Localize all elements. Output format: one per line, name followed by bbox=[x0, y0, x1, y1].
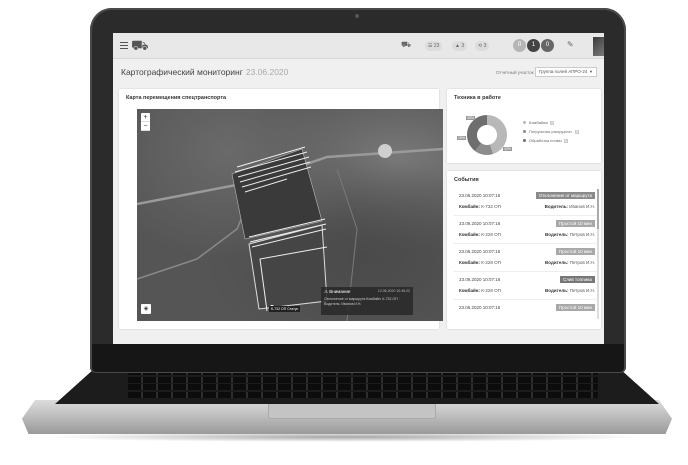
top-bar: ⛟ ⛟ ☰ 23 ▲ 3 ⟲ 3 0 1 0 ✎ bbox=[113, 33, 604, 59]
layers-icon[interactable]: ◈ bbox=[141, 304, 151, 314]
event-time: 23.06.2020 10:07:16 bbox=[459, 277, 501, 282]
list-button[interactable]: ☰ 23 bbox=[425, 41, 443, 51]
legend-label: Погрузочно-разгрузочн. bbox=[529, 129, 573, 134]
popup-text: Отклонение от маршрута Комбайн: К-732 ОП… bbox=[324, 297, 400, 306]
laptop-chin bbox=[92, 344, 624, 372]
camera bbox=[355, 14, 359, 18]
event-status-badge: Простой 10 мин bbox=[555, 220, 595, 227]
legend-label: Комбайны bbox=[529, 120, 549, 125]
fleet-card-title: Техника в работе bbox=[454, 95, 501, 101]
zoom-in-button[interactable]: + bbox=[141, 113, 150, 122]
event-status-badge: Слив топлива bbox=[560, 276, 595, 283]
counter-badge-3[interactable]: 0 bbox=[541, 39, 554, 52]
edit-icon[interactable]: ✎ bbox=[567, 40, 574, 49]
legend-count: 4 bbox=[563, 139, 568, 143]
area-select-value: Группа полей АПРО-24 bbox=[539, 69, 588, 74]
event-driver: Водитель: Петров И.Н. bbox=[545, 232, 595, 237]
page-title-text: Картографический мониторинг bbox=[121, 67, 243, 77]
event-row[interactable]: 23.06.2020 10:07:16 Простой 10 мин Комба… bbox=[453, 245, 599, 272]
quarry-area bbox=[378, 144, 392, 158]
zoom-out-button[interactable]: − bbox=[141, 122, 150, 131]
event-driver: Водитель: Петров И.Н. bbox=[545, 260, 595, 265]
donut-label: 15% bbox=[457, 136, 467, 140]
map-card-title: Карта перемещения спецтранспорта bbox=[126, 95, 227, 101]
counter-badge-1[interactable]: 0 bbox=[513, 39, 526, 52]
map-view[interactable]: + − ◈ ⚠ Внимание 12.06.2020 10:45:22 Отк… bbox=[137, 109, 443, 321]
legend-dot bbox=[523, 130, 526, 134]
event-vehicle: Комбайн: К-228 ОП bbox=[459, 288, 501, 293]
event-vehicle: Комбайн: К-732 ОП bbox=[459, 204, 501, 209]
event-time: 23.06.2020 10:07:16 bbox=[459, 221, 501, 226]
legend-item-combines[interactable]: Комбайны 4 bbox=[523, 120, 554, 125]
event-row[interactable]: 23.06.2020 10:07:16 Простой 10 мин Комба… bbox=[453, 217, 599, 244]
scroll-thumb[interactable] bbox=[597, 189, 599, 229]
events-scrollbar[interactable] bbox=[597, 189, 599, 319]
screen: ⛟ ⛟ ☰ 23 ▲ 3 ⟲ 3 0 1 0 ✎ Картографически… bbox=[113, 33, 604, 344]
vehicle-label: К-732 ОП Статус bbox=[269, 306, 301, 312]
logo-icon[interactable]: ⛟ bbox=[131, 37, 149, 56]
event-driver: Водитель: Петров И.Н. bbox=[545, 288, 595, 293]
map-alert-popup[interactable]: ⚠ Внимание 12.06.2020 10:45:22 Отклонени… bbox=[321, 287, 413, 315]
zoom-control: + − bbox=[141, 113, 150, 131]
event-time: 23.06.2020 10:07:16 bbox=[459, 249, 501, 254]
alerts-button[interactable]: ▲ 3 bbox=[452, 41, 468, 51]
event-status-badge: Отклонение от маршрута bbox=[535, 192, 595, 199]
keyboard bbox=[128, 369, 598, 399]
event-status-badge: Простой 10 мин bbox=[555, 248, 595, 255]
filter-label: Отчетный участок bbox=[496, 70, 534, 75]
event-vehicle: Комбайн: К-228 ОП bbox=[459, 260, 501, 265]
chevron-down-icon: ▼ bbox=[589, 69, 593, 74]
popup-time: 12.06.2020 10:45:22 bbox=[377, 289, 410, 293]
event-row[interactable]: 23.06.2020 10:07:16 Простой 10 мин bbox=[453, 301, 599, 328]
donut-label: 45% bbox=[466, 116, 476, 120]
legend-count: 5 bbox=[574, 130, 579, 134]
donut-label: 40% bbox=[503, 147, 513, 151]
page-title: Картографический мониторинг 23.06.2020 bbox=[121, 67, 288, 77]
legend-dot bbox=[523, 121, 526, 125]
events-card-title: События bbox=[454, 177, 479, 183]
menu-icon[interactable] bbox=[120, 42, 128, 49]
event-row[interactable]: 23.06.2020 10:07:16 Отклонение от маршру… bbox=[453, 189, 599, 216]
tractor-icon[interactable]: ⛟ bbox=[401, 40, 411, 50]
page-date: 23.06.2020 bbox=[245, 67, 289, 77]
legend-item-loaders[interactable]: Погрузочно-разгрузочн. 5 bbox=[523, 129, 579, 134]
share-button[interactable]: ⟲ 3 bbox=[475, 41, 490, 51]
legend-count: 4 bbox=[550, 121, 554, 125]
event-driver: Водитель: Иванов И.Н. bbox=[544, 204, 595, 209]
event-status-badge: Простой 10 мин bbox=[555, 304, 595, 311]
event-time: 23.06.2020 10:07:16 bbox=[459, 305, 501, 310]
legend-label: Обработка почвы bbox=[529, 138, 562, 143]
event-time: 23.06.2020 10:07:16 bbox=[459, 193, 501, 198]
legend-item-tillage[interactable]: Обработка почвы 4 bbox=[523, 138, 568, 143]
avatar[interactable] bbox=[593, 37, 604, 56]
event-vehicle: Комбайн: К-228 ОП bbox=[459, 232, 501, 237]
legend-dot bbox=[523, 139, 526, 143]
area-select[interactable]: Группа полей АПРО-24 ▼ bbox=[535, 67, 597, 77]
counter-badge-2[interactable]: 1 bbox=[527, 39, 540, 52]
event-row[interactable]: 23.06.2020 10:07:16 Слив топлива Комбайн… bbox=[453, 273, 599, 300]
